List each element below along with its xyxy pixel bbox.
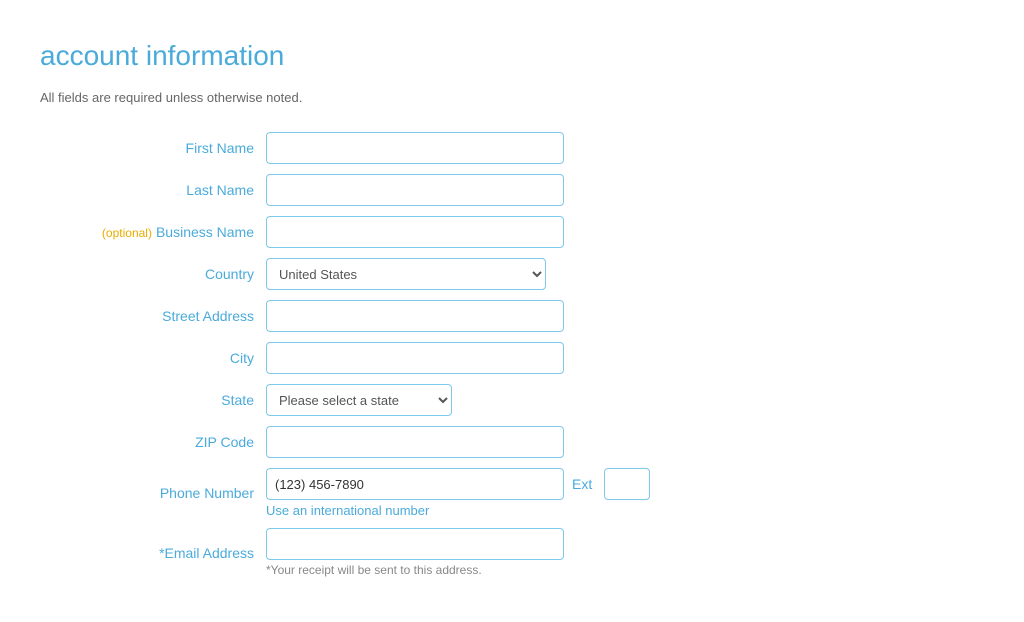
- business-name-label: (optional)Business Name: [80, 211, 260, 253]
- last-name-label: Last Name: [80, 169, 260, 211]
- page-container: account information All fields are requi…: [0, 0, 1024, 622]
- first-name-input[interactable]: [266, 132, 564, 164]
- email-address-label: *Email Address: [80, 523, 260, 582]
- city-row: City: [80, 337, 656, 379]
- international-number-link[interactable]: Use an international number: [266, 503, 650, 518]
- optional-tag: (optional): [102, 226, 152, 240]
- zip-code-row: ZIP Code: [80, 421, 656, 463]
- phone-number-row: Phone Number Ext Use an international nu…: [80, 463, 656, 523]
- street-address-label: Street Address: [80, 295, 260, 337]
- last-name-input[interactable]: [266, 174, 564, 206]
- first-name-label: First Name: [80, 127, 260, 169]
- zip-code-input[interactable]: [266, 426, 564, 458]
- first-name-input-cell: [260, 127, 656, 169]
- country-row: Country United StatesCanadaUnited Kingdo…: [80, 253, 656, 295]
- first-name-row: First Name: [80, 127, 656, 169]
- city-label: City: [80, 337, 260, 379]
- state-select-cell: Please select a stateAlabamaAlaskaArizon…: [260, 379, 656, 421]
- country-select[interactable]: United StatesCanadaUnited KingdomAustral…: [266, 258, 546, 290]
- ext-input[interactable]: [604, 468, 650, 500]
- email-address-input[interactable]: [266, 528, 564, 560]
- fields-note: All fields are required unless otherwise…: [40, 90, 984, 105]
- city-input-cell: [260, 337, 656, 379]
- email-address-input-cell: *Your receipt will be sent to this addre…: [260, 523, 656, 582]
- zip-code-label: ZIP Code: [80, 421, 260, 463]
- street-address-input-cell: [260, 295, 656, 337]
- page-title: account information: [40, 40, 984, 72]
- phone-row-container: Ext: [266, 468, 650, 500]
- state-select[interactable]: Please select a stateAlabamaAlaskaArizon…: [266, 384, 452, 416]
- phone-number-label: Phone Number: [80, 463, 260, 523]
- business-name-row: (optional)Business Name: [80, 211, 656, 253]
- last-name-input-cell: [260, 169, 656, 211]
- zip-code-input-cell: [260, 421, 656, 463]
- phone-number-input-cell: Ext Use an international number: [260, 463, 656, 523]
- business-name-input[interactable]: [266, 216, 564, 248]
- receipt-note: *Your receipt will be sent to this addre…: [266, 563, 650, 577]
- city-input[interactable]: [266, 342, 564, 374]
- phone-number-input[interactable]: [266, 468, 564, 500]
- ext-label: Ext: [572, 476, 592, 492]
- last-name-row: Last Name: [80, 169, 656, 211]
- country-label: Country: [80, 253, 260, 295]
- state-label: State: [80, 379, 260, 421]
- street-address-row: Street Address: [80, 295, 656, 337]
- email-address-row: *Email Address *Your receipt will be sen…: [80, 523, 656, 582]
- country-select-cell: United StatesCanadaUnited KingdomAustral…: [260, 253, 656, 295]
- state-row: State Please select a stateAlabamaAlaska…: [80, 379, 656, 421]
- business-name-input-cell: [260, 211, 656, 253]
- street-address-input[interactable]: [266, 300, 564, 332]
